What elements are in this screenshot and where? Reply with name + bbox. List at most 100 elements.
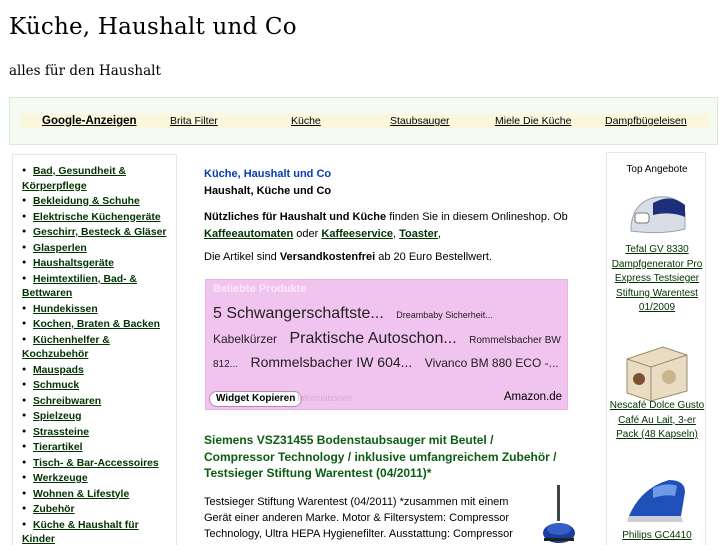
shipping-text: ab 20 Euro Bestellwert. — [375, 251, 492, 263]
widget-product-link[interactable]: Vivanco BM 880 ECO -... — [425, 356, 559, 370]
category-sidebar: ● Bad, Gesundheit & Körperpflege ● Bekleidu… — [12, 154, 177, 545]
bullet-icon: ● — [22, 489, 27, 497]
sidebar-item-label[interactable]: Tierartikel — [33, 442, 82, 453]
sidebar-item-label[interactable]: Kochen, Braten & Backen — [33, 319, 160, 330]
offer-caption[interactable]: Nescafé Dolce Gusto Café Au Lait, 3-er P… — [607, 399, 707, 443]
amazon-widget: Beliebte Produkte 5 Schwangerschaftste..… — [205, 279, 568, 410]
shipping-paragraph: Die Artikel sind Versandkostenfrei ab 20… — [204, 249, 574, 266]
sidebar-item-label[interactable]: Wohnen & Lifestyle — [33, 489, 129, 500]
top-offers-title: Top Angebote — [626, 164, 688, 175]
sidebar-item[interactable]: ● Bekleidung & Schuhe — [22, 194, 174, 210]
bullet-icon: ● — [22, 167, 27, 174]
product-title[interactable]: Siemens VSZ31455 Bodenstaubsauger mit Be… — [204, 432, 566, 482]
ad-link-dampfbuegeleisen[interactable]: Dampfbügeleisen — [605, 115, 687, 127]
main-subtitle: Haushalt, Küche und Co — [204, 185, 332, 197]
shipping-text: Die Artikel sind — [204, 251, 280, 263]
sidebar-item-label[interactable]: Glasperlen — [33, 243, 87, 254]
sidebar-item-label[interactable]: Strassteine — [33, 427, 89, 438]
sidebar-item-label[interactable]: Küche & Haushalt für Kinder — [22, 520, 139, 545]
sidebar-item[interactable]: ● Werkzeuge — [22, 471, 174, 487]
sidebar-item[interactable]: ● Elektrische Küchengeräte — [22, 210, 174, 226]
sidebar-item-label[interactable]: Heimtextilien, Bad- & Bettwaren — [22, 274, 137, 300]
link-kaffeeservice[interactable]: Kaffeeservice — [321, 228, 393, 240]
category-list: ● Bad, Gesundheit & Körperpflege ● Bekleidu… — [22, 164, 174, 545]
sidebar-item[interactable]: ● Tierartikel — [22, 440, 174, 456]
sidebar-item[interactable]: ● Glasperlen — [22, 241, 174, 257]
sidebar-item[interactable]: ● Wohnen & Lifestyle — [22, 487, 174, 503]
sidebar-item-label[interactable]: Spielzeug — [33, 411, 82, 422]
bullet-icon: ● — [22, 396, 27, 404]
sidebar-item-label[interactable]: Schmuck — [33, 380, 79, 391]
widget-row-3: 812... Rommelsbacher IW 604... Vivanco B… — [213, 354, 567, 372]
site-title: Küche, Haushalt und Co — [9, 14, 297, 40]
sidebar-item-label[interactable]: Tisch- & Bar-Accessoires — [33, 458, 159, 469]
ad-link-miele[interactable]: Miele Die Küche — [495, 115, 571, 127]
widget-product-link[interactable]: 5 Schwangerschaftste... — [213, 305, 384, 323]
coffee-capsules-image[interactable] — [623, 341, 691, 404]
ad-link-staubsauger[interactable]: Staubsauger — [390, 115, 450, 127]
sidebar-item[interactable]: ● Mauspads — [22, 363, 174, 379]
bullet-icon: ● — [22, 259, 27, 266]
steam-generator-image[interactable] — [623, 183, 691, 246]
offer-caption[interactable]: Philips GC4410 — [607, 529, 707, 544]
sidebar-item[interactable]: ● Küche & Haushalt für Kinder — [22, 518, 174, 545]
sidebar-item-label[interactable]: Elektrische Küchengeräte — [33, 212, 161, 223]
product-description: Testsieger Stiftung Warentest (04/2011) … — [204, 496, 513, 540]
sidebar-item[interactable]: ● Kochen, Braten & Backen — [22, 317, 174, 333]
intro-paragraph: Nützliches für Haushalt und Küche finden… — [204, 209, 574, 243]
sidebar-item-label[interactable]: Hundekissen — [33, 304, 98, 315]
widget-product-link[interactable]: Praktische Autoschon... — [289, 330, 456, 348]
sidebar-item[interactable]: ● Spielzeug — [22, 409, 174, 425]
widget-product-link[interactable]: Rommelsbacher IW 604... — [250, 354, 412, 370]
sidebar-item[interactable]: ● Tisch- & Bar-Accessoires — [22, 456, 174, 472]
widget-product-link[interactable]: Rommelsbacher BW — [469, 335, 561, 346]
bullet-icon: ● — [22, 243, 27, 251]
sidebar-item-label[interactable]: Bekleidung & Schuhe — [33, 196, 140, 207]
sidebar-item-label[interactable]: Küchenhelfer & Kochzubehör — [22, 335, 110, 361]
bullet-icon: ● — [22, 335, 27, 343]
widget-product-link[interactable]: Kabelkürzer — [213, 332, 277, 346]
sidebar-item-label[interactable]: Bad, Gesundheit & Körperpflege — [22, 166, 126, 192]
sidebar-item-label[interactable]: Haushaltsgeräte — [33, 258, 114, 269]
sidebar-item-label[interactable]: Zubehör — [33, 504, 75, 515]
ad-link-kueche[interactable]: Küche — [291, 115, 321, 127]
link-toaster[interactable]: Toaster — [399, 228, 438, 240]
sidebar-item[interactable]: ● Küchenhelfer & Kochzubehör — [22, 333, 174, 363]
bullet-icon: ● — [22, 212, 27, 220]
bullet-icon: ● — [22, 505, 27, 512]
widget-product-link[interactable]: Dreambaby Sicherheit... — [396, 310, 493, 320]
sidebar-item[interactable]: ● Schreibwaren — [22, 394, 174, 410]
sidebar-item[interactable]: ● Hundekissen — [22, 302, 174, 318]
widget-info-link[interactable]: Informationen — [297, 393, 352, 403]
sidebar-item[interactable]: ● Heimtextilien, Bad- & Bettwaren — [22, 272, 174, 302]
ad-link-brita[interactable]: Brita Filter — [170, 115, 218, 127]
main-content: Küche, Haushalt und Co Haushalt, Küche u… — [204, 164, 574, 266]
bullet-icon: ● — [22, 381, 27, 388]
sidebar-item-label[interactable]: Mauspads — [33, 365, 84, 376]
bullet-icon: ● — [22, 365, 27, 373]
bullet-icon: ● — [22, 458, 27, 466]
offer-caption[interactable]: Tefal GV 8330 Dampfgenerator Pro Express… — [607, 243, 707, 316]
sidebar-item[interactable]: ● Bad, Gesundheit & Körperpflege — [22, 164, 174, 194]
widget-row-2: Kabelkürzer Praktische Autoschon... Romm… — [213, 330, 569, 348]
bullet-icon: ● — [22, 412, 27, 419]
sidebar-item[interactable]: ● Haushaltsgeräte — [22, 256, 174, 272]
bullet-icon: ● — [22, 274, 27, 282]
amazon-logo[interactable]: Amazon.de — [504, 391, 562, 403]
widget-row-1: 5 Schwangerschaftste... Dreambaby Sicher… — [213, 305, 501, 323]
sidebar-item-label[interactable]: Werkzeuge — [33, 473, 88, 484]
widget-copy-button[interactable]: Widget Kopieren — [209, 391, 303, 407]
google-ads-label[interactable]: Google-Anzeigen — [42, 115, 137, 127]
vacuum-cleaner-image[interactable] — [538, 483, 580, 545]
sidebar-item[interactable]: ● Schmuck — [22, 378, 174, 394]
bullet-icon: ● — [22, 228, 27, 235]
widget-product-link[interactable]: 812... — [213, 359, 238, 370]
sidebar-item[interactable]: ● Strassteine — [22, 425, 174, 441]
sidebar-item[interactable]: ● Zubehör — [22, 502, 174, 518]
bullet-icon: ● — [22, 304, 27, 312]
iron-image[interactable] — [623, 466, 691, 529]
sidebar-item-label[interactable]: Geschirr, Besteck & Gläser — [33, 227, 166, 238]
sidebar-item-label[interactable]: Schreibwaren — [33, 396, 101, 407]
link-kaffeeautomaten[interactable]: Kaffeeautomaten — [204, 228, 293, 240]
sidebar-item[interactable]: ● Geschirr, Besteck & Gläser — [22, 225, 174, 241]
